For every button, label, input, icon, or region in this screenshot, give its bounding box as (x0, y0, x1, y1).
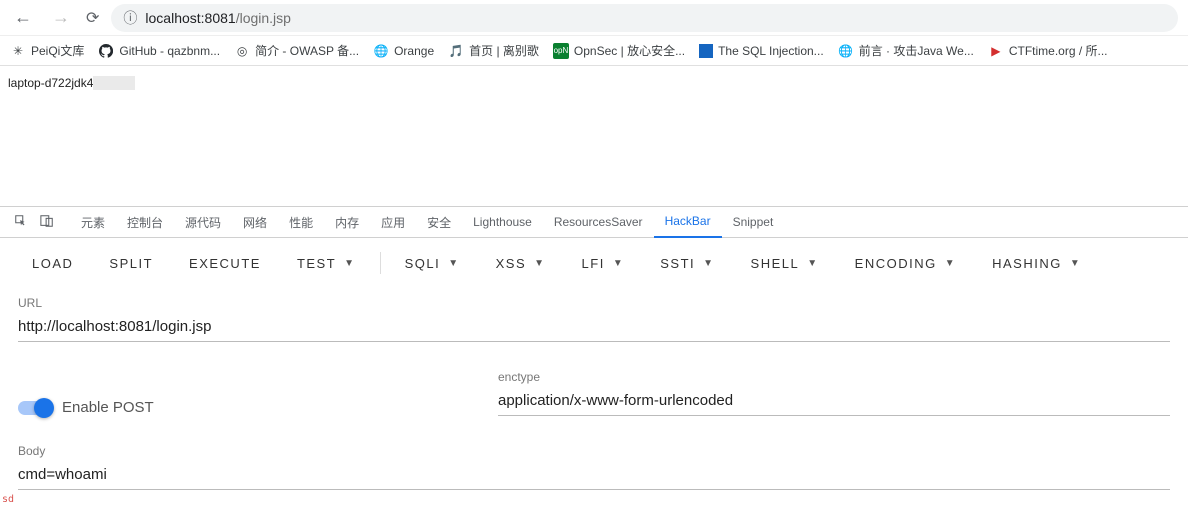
ctf-icon: ▶ (988, 43, 1004, 59)
separator (380, 252, 381, 274)
chevron-down-icon: ▼ (344, 258, 355, 269)
body-input[interactable] (18, 462, 1170, 490)
footer-text: sd (2, 494, 14, 505)
bookmark-javaweb[interactable]: 🌐前言 · 攻击Java We... (838, 42, 974, 59)
globe-icon: 🌐 (838, 43, 854, 59)
redacted-text: xxxxx (93, 76, 135, 90)
forward-button[interactable]: → (48, 7, 74, 28)
load-button[interactable]: LOAD (14, 256, 91, 271)
hackbar-toolbar: LOAD SPLIT EXECUTE TEST▼ SQLI▼ XSS▼ LFI▼… (0, 238, 1188, 288)
tab-application[interactable]: 应用 (370, 206, 416, 238)
inspect-icon[interactable] (8, 214, 34, 231)
ssti-menu[interactable]: SSTI▼ (642, 256, 732, 271)
test-menu[interactable]: TEST▼ (279, 256, 374, 271)
bookmarks-bar: ✳PeiQi文库 GitHub - qazbnm... ◎简介 - OWASP … (0, 36, 1188, 66)
bookmark-ctftime[interactable]: ▶CTFtime.org / 所... (988, 42, 1108, 59)
tab-elements[interactable]: 元素 (70, 206, 116, 238)
enable-post-toggle[interactable] (18, 401, 52, 415)
chevron-down-icon: ▼ (1070, 258, 1081, 269)
sqli-menu[interactable]: SQLI▼ (387, 256, 478, 271)
site-info-icon[interactable]: ⓘ (123, 8, 137, 28)
shell-menu[interactable]: SHELL▼ (733, 256, 837, 271)
reload-button[interactable]: ⟳ (86, 8, 99, 28)
chevron-down-icon: ▼ (807, 258, 818, 269)
enctype-label: enctype (498, 370, 1170, 384)
bookmark-icon: ◎ (234, 43, 250, 59)
tab-memory[interactable]: 内存 (324, 206, 370, 238)
back-button[interactable]: ← (10, 7, 36, 28)
execute-button[interactable]: EXECUTE (171, 256, 279, 271)
bookmark-icon: ✳ (10, 43, 26, 59)
xss-menu[interactable]: XSS▼ (478, 256, 564, 271)
bookmark-leavesong[interactable]: 🎵首页 | 离别歌 (448, 42, 539, 59)
url-text: localhost:8081/login.jsp (145, 10, 291, 26)
chevron-down-icon: ▼ (448, 258, 459, 269)
address-bar[interactable]: ⓘ localhost:8081/login.jsp (111, 4, 1178, 32)
tab-console[interactable]: 控制台 (116, 206, 174, 238)
tab-hackbar[interactable]: HackBar (654, 206, 722, 238)
body-label: Body (18, 444, 1170, 458)
tab-resourcessaver[interactable]: ResourcesSaver (543, 206, 654, 238)
bookmark-orange[interactable]: 🌐Orange (373, 43, 434, 59)
chevron-down-icon: ▼ (534, 258, 545, 269)
lfi-menu[interactable]: LFI▼ (564, 256, 643, 271)
hackbar-panel: URL Enable POST enctype Body (0, 288, 1188, 490)
globe-icon: 🌐 (373, 43, 389, 59)
bookmark-peiqi[interactable]: ✳PeiQi文库 (10, 42, 84, 59)
bookmark-sqli[interactable]: The SQL Injection... (699, 44, 824, 58)
chevron-down-icon: ▼ (613, 258, 624, 269)
tab-sources[interactable]: 源代码 (174, 206, 232, 238)
browser-toolbar: ← → ⟳ ⓘ localhost:8081/login.jsp (0, 0, 1188, 36)
url-input[interactable] (18, 314, 1170, 342)
hashing-menu[interactable]: HASHING▼ (974, 256, 1099, 271)
opn-icon: opN (553, 43, 569, 59)
tab-lighthouse[interactable]: Lighthouse (462, 206, 543, 238)
tab-network[interactable]: 网络 (232, 206, 278, 238)
enctype-input[interactable] (498, 388, 1170, 416)
page-response: laptop-d722jdk4xxxxx (0, 66, 1188, 206)
encoding-menu[interactable]: ENCODING▼ (837, 256, 974, 271)
tab-security[interactable]: 安全 (416, 206, 462, 238)
enable-post-label: Enable POST (62, 399, 154, 416)
tab-performance[interactable]: 性能 (278, 206, 324, 238)
note-icon: 🎵 (448, 43, 464, 59)
chevron-down-icon: ▼ (703, 258, 714, 269)
bookmark-opnsec[interactable]: opNOpnSec | 放心安全... (553, 42, 685, 59)
bookmark-owasp[interactable]: ◎简介 - OWASP 备... (234, 42, 359, 59)
tab-snippet[interactable]: Snippet (722, 206, 785, 238)
split-button[interactable]: SPLIT (91, 256, 171, 271)
toggle-knob-icon (34, 398, 54, 418)
sql-icon (699, 44, 713, 58)
device-icon[interactable] (34, 214, 60, 231)
bookmark-github[interactable]: GitHub - qazbnm... (98, 43, 220, 59)
response-text: laptop-d722jdk4 (8, 76, 93, 90)
github-icon (98, 43, 114, 59)
chevron-down-icon: ▼ (945, 258, 956, 269)
devtools-tabbar: 元素 控制台 源代码 网络 性能 内存 应用 安全 Lighthouse Res… (0, 206, 1188, 238)
url-label: URL (18, 296, 1170, 310)
